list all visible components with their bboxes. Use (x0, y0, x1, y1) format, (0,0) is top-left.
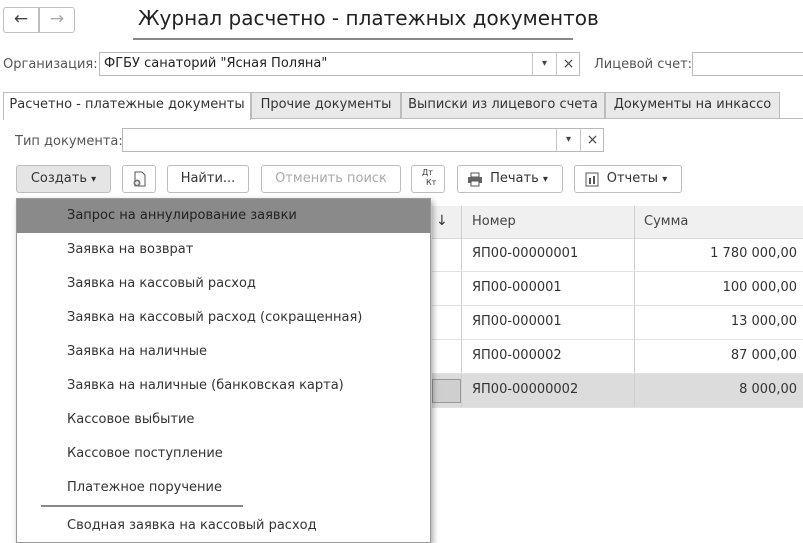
find-button[interactable]: Найти... (167, 165, 249, 193)
forward-button[interactable]: → (39, 7, 75, 33)
menu-item-refund-request[interactable]: Заявка на возврат (17, 233, 430, 267)
row-sum: 100 000,00 (722, 280, 797, 295)
menu-item-summary-cash-request[interactable]: Сводная заявка на кассовый расход (17, 509, 430, 543)
doc-type-field[interactable]: ▾ × (122, 128, 604, 152)
table-row[interactable]: ЯП00-000001 100 000,00 (432, 272, 803, 306)
column-separator (461, 340, 462, 373)
title-underline (133, 38, 573, 40)
column-separator (634, 238, 635, 271)
row-sum: 1 780 000,00 (710, 246, 797, 261)
table-row[interactable]: ЯП00-000002 87 000,00 (432, 340, 803, 374)
menu-item-cash-expense-request[interactable]: Заявка на кассовый расход (17, 267, 430, 301)
column-separator (634, 306, 635, 339)
column-separator (461, 272, 462, 305)
back-button[interactable]: ← (3, 7, 39, 33)
column-separator (461, 306, 462, 339)
row-number: ЯП00-00000001 (472, 246, 579, 261)
row-number: ЯП00-00000002 (472, 382, 579, 397)
create-dropdown-menu: Запрос на аннулирование заявки Заявка на… (16, 198, 431, 543)
tab-settlement-documents[interactable]: Расчетно - платежные документы (3, 92, 251, 120)
chevron-down-icon[interactable]: ▾ (532, 53, 556, 75)
column-separator (461, 206, 462, 238)
column-header-number[interactable]: Номер (472, 214, 516, 229)
table-row[interactable]: ЯП00-000001 13 000,00 (432, 306, 803, 340)
column-separator (461, 238, 462, 271)
page-title: Журнал расчетно - платежных документов (138, 6, 599, 30)
reports-label: Отчеты (606, 171, 659, 186)
dt-kt-button[interactable]: Дт Кт (411, 165, 445, 193)
tab-other-documents[interactable]: Прочие документы (251, 92, 401, 118)
row-marker (432, 379, 461, 403)
menu-item-cash-request[interactable]: Заявка на наличные (17, 335, 430, 369)
tab-account-statements[interactable]: Выписки из лицевого счета (401, 92, 605, 118)
chevron-down-icon: ▾ (91, 174, 97, 185)
cancel-search-button[interactable]: Отменить поиск (261, 165, 401, 193)
chevron-down-icon[interactable]: ▾ (556, 129, 580, 151)
reports-button[interactable]: Отчеты ▾ (574, 165, 682, 193)
clear-icon[interactable]: × (556, 53, 580, 75)
row-number: ЯП00-000001 (472, 280, 562, 295)
account-field[interactable] (692, 52, 803, 76)
column-separator (634, 340, 635, 373)
chevron-down-icon: ▾ (542, 174, 548, 185)
column-header-sum[interactable]: Сумма (644, 214, 688, 229)
sort-down-icon[interactable]: ↓ (436, 213, 448, 229)
row-number: ЯП00-000002 (472, 348, 562, 363)
tab-divider (251, 118, 803, 119)
row-sum: 13 000,00 (730, 314, 797, 329)
column-separator (634, 374, 635, 407)
column-separator (634, 206, 635, 238)
print-label: Печать (490, 171, 539, 186)
organization-label: Организация: (3, 57, 98, 72)
menu-item-annulment-request[interactable]: Запрос на аннулирование заявки (17, 199, 430, 233)
column-separator (461, 374, 462, 407)
row-sum: 87 000,00 (730, 348, 797, 363)
menu-item-payment-order[interactable]: Платежное поручение (17, 471, 430, 505)
chevron-down-icon: ▾ (662, 174, 668, 185)
menu-item-cash-receipt[interactable]: Кассовое поступление (17, 437, 430, 471)
menu-item-cash-expense-short[interactable]: Заявка на кассовый расход (сокращенная) (17, 301, 430, 335)
tab-collection-documents[interactable]: Документы на инкассо (605, 92, 780, 118)
organization-value: ФГБУ санаторий "Ясная Поляна" (104, 56, 328, 71)
create-button[interactable]: Создать ▾ (16, 165, 111, 193)
table-row-selected[interactable]: ЯП00-00000002 8 000,00 (432, 374, 803, 408)
column-separator (634, 272, 635, 305)
copy-document-icon (133, 171, 146, 187)
report-icon (585, 172, 599, 187)
row-number: ЯП00-000001 (472, 314, 562, 329)
row-sum: 8 000,00 (739, 382, 797, 397)
doc-type-label: Тип документа: (15, 134, 123, 149)
arrow-left-icon: ← (13, 9, 29, 29)
print-button[interactable]: Печать ▾ (457, 165, 563, 193)
account-label: Лицевой счет: (594, 57, 693, 72)
copy-button[interactable] (122, 165, 156, 193)
clear-icon[interactable]: × (580, 129, 604, 151)
arrow-right-icon: → (49, 9, 65, 29)
create-label: Создать (30, 171, 87, 186)
grid-header: ↓ Номер Сумма (432, 206, 803, 239)
dt-kt-icon-bottom: Кт (426, 178, 437, 187)
menu-item-cash-request-card[interactable]: Заявка на наличные (банковская карта) (17, 369, 430, 403)
printer-icon (468, 172, 482, 187)
menu-underline (41, 505, 243, 507)
menu-item-cash-disposal[interactable]: Кассовое выбытие (17, 403, 430, 437)
organization-field[interactable]: ФГБУ санаторий "Ясная Поляна" ▾ × (99, 52, 580, 76)
table-row[interactable]: ЯП00-00000001 1 780 000,00 (432, 238, 803, 272)
